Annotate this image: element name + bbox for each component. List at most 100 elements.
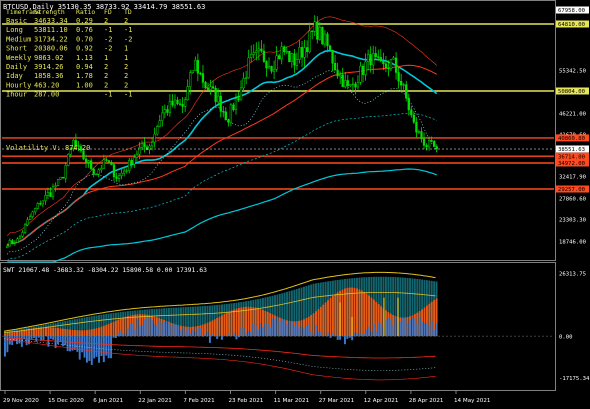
osc-bar-orange [59, 328, 62, 337]
table-cell: 1.78 [76, 72, 93, 80]
trading-chart[interactable]: 67958.00 64810.00 55342.50 50804.00 46221.00… [0, 0, 590, 409]
osc-bar-blue [380, 323, 383, 337]
table-cell: 2 [104, 17, 108, 25]
candle-up [323, 33, 327, 45]
osc-bar-orange [73, 330, 76, 337]
osc-bar-blue [409, 319, 411, 337]
candle-up [255, 50, 258, 53]
osc-bar-orange [365, 293, 368, 337]
osc-bar-orange [112, 321, 115, 337]
candle-up [18, 235, 22, 240]
candle-down [430, 140, 433, 142]
osc-bar-orange [71, 329, 74, 337]
osc-bar-blue [233, 332, 235, 337]
osc-bar-blue [199, 328, 202, 337]
osc-bar-orange [375, 301, 378, 337]
candle-down [62, 176, 65, 179]
osc-bar-orange [114, 320, 117, 337]
osc-bar-blue [160, 322, 163, 337]
candle-up [275, 55, 278, 70]
candle-up [290, 53, 294, 62]
osc-bar-orange [204, 323, 207, 337]
osc-bar-blue [264, 323, 267, 337]
table-cell: 34633.34 [34, 17, 68, 25]
candle-down [224, 111, 227, 121]
osc-bar-blue [281, 318, 284, 337]
candle-down [237, 98, 240, 101]
osc-bar-blue-neg [351, 336, 354, 341]
osc-bar-orange [363, 292, 366, 337]
osc-bar-blue-neg [100, 336, 103, 357]
osc-bar-blue [170, 325, 173, 337]
price-tick-label: 55342.50 [559, 69, 586, 75]
candle-down [222, 111, 225, 113]
osc-bar-orange [343, 288, 346, 337]
osc-bar-blue [266, 323, 269, 337]
candle-up [366, 54, 370, 63]
candle-down [49, 192, 52, 197]
candle-down [382, 60, 385, 65]
osc-bar-blue-neg [237, 336, 240, 338]
table-cell: -2 [104, 35, 112, 43]
candle-up [135, 153, 139, 158]
candle-up [13, 242, 17, 244]
table-header-cell: Strength [34, 8, 65, 16]
osc-bar-orange [327, 300, 330, 337]
table-cell: Weekly [6, 54, 31, 62]
osc-bar-blue [334, 334, 337, 337]
table-cell: Long [6, 26, 23, 34]
osc-bar-blue-neg [114, 336, 117, 338]
osc-bar-blue [252, 323, 255, 337]
candle-down [435, 146, 438, 150]
osc-bar-blue-neg [85, 336, 88, 363]
candle-up [6, 245, 9, 248]
osc-bar-orange [233, 309, 235, 337]
osc-bar-blue-neg [88, 336, 91, 361]
osc-bar-blue [223, 334, 226, 337]
candle-down [311, 30, 314, 33]
osc-bar-blue [228, 333, 231, 337]
osc-bar-blue [302, 328, 305, 337]
osc-bar-blue [430, 320, 433, 337]
osc-bar-blue [324, 335, 327, 337]
osc-bar-orange [83, 330, 86, 337]
osc-bar-blue [189, 333, 192, 337]
candle-down [387, 67, 390, 70]
time-label: 11 Mar 2021 [274, 398, 310, 404]
candle-down [394, 57, 398, 73]
table-cell: -1 [104, 91, 112, 99]
osc-bar-blue-neg [235, 336, 238, 340]
table-cell: -2 [124, 35, 132, 43]
candle-down [214, 87, 217, 103]
candle-up [26, 219, 29, 226]
candle-down [405, 84, 408, 99]
candle-up [267, 66, 271, 69]
candle-down [328, 45, 332, 51]
candle-down [433, 141, 436, 147]
candle-down [265, 61, 268, 69]
candle-up [163, 109, 166, 114]
osc-bar-blue [288, 320, 291, 337]
table-cell: 0.94 [76, 63, 93, 71]
candle-up [234, 98, 238, 111]
candle-down [377, 56, 380, 58]
osc-bar-orange [16, 331, 18, 337]
osc-bar-orange [356, 288, 358, 337]
table-cell: -1 [104, 26, 112, 34]
time-label: 7 Feb 2021 [183, 398, 215, 404]
candle-up [344, 80, 347, 87]
osc-bar-blue-neg [52, 336, 55, 340]
osc-bar-blue [180, 330, 182, 337]
price-marker-label: 67958.00 [558, 8, 585, 14]
osc-bar-blue [211, 333, 214, 337]
candle-down [39, 203, 42, 205]
candle-up [209, 86, 212, 90]
time-label: 23 Feb 2021 [229, 398, 264, 404]
table-cell: 3914.26 [34, 63, 64, 71]
osc-bar-blue [271, 318, 274, 337]
osc-bar-orange [249, 306, 252, 337]
osc-bar-orange [245, 306, 248, 337]
osc-bar-blue-neg [69, 336, 72, 352]
osc-bar-blue [247, 330, 250, 337]
osc-bar-blue [353, 332, 356, 337]
